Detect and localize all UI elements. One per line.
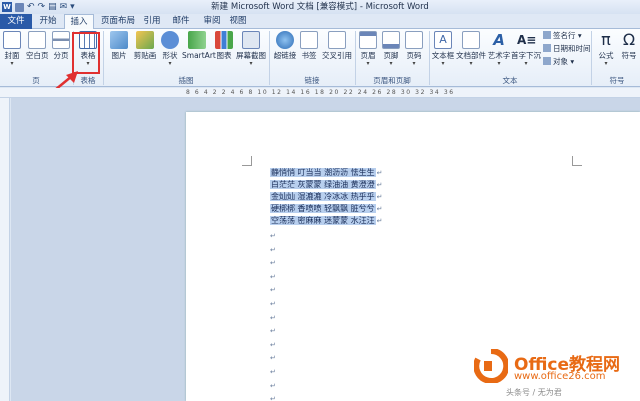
header-button[interactable]: 页眉 ▾ [358,31,378,67]
footer-button[interactable]: 页脚 ▾ [381,31,401,67]
empty-paragraph-mark[interactable]: ↵ [270,380,276,394]
ruler-numbers: 8 6 4 2 2 4 6 8 10 12 14 16 18 20 22 24 … [186,89,455,96]
screenshot-icon [242,31,260,49]
tab-file[interactable]: 文件 [0,14,32,29]
group-label-symbols: 符号 [609,76,625,85]
header-icon [359,31,377,49]
empty-paragraph-mark[interactable]: ↵ [270,352,276,366]
textbox-icon: A [434,31,452,49]
picture-button[interactable]: 图片 [108,31,130,61]
equation-button[interactable]: π 公式 ▾ [595,31,617,67]
text-line[interactable]: 空荡荡 密麻麻 迷蒙蒙 水汪汪 ↵ [270,215,383,227]
cover-page-button[interactable]: 封面 ▾ [2,31,22,67]
window-title: 新建 Microsoft Word 文档 [兼容模式] - Microsoft … [211,2,429,12]
empty-paragraph-mark[interactable]: ↵ [270,339,276,353]
blank-page-icon [28,31,46,49]
wordart-button[interactable]: A 艺术字 ▾ [487,31,511,67]
object-icon [543,57,551,65]
drop-cap-button[interactable]: A≡ 首字下沉 ▾ [511,31,541,67]
group-label-illustrations: 插图 [178,76,194,85]
empty-paragraph-mark[interactable]: ↵ [270,312,276,326]
empty-paragraph-mark[interactable]: ↵ [270,244,276,258]
drop-cap-icon: A≡ [517,33,537,47]
empty-paragraph-mark[interactable]: ↵ [270,271,276,285]
page-break-button[interactable]: 分页 [51,31,71,61]
tab-home[interactable]: 开始 [32,14,64,29]
ribbon-tabs: 文件 开始 插入 页面布局 引用 邮件 审阅 视图 [0,14,640,30]
page-number-icon [405,31,423,49]
hyperlink-button[interactable]: 超链接 [273,31,297,61]
chart-icon [215,31,233,49]
empty-paragraph-mark[interactable]: ↵ [270,366,276,380]
bookmark-icon [300,31,318,49]
footer-icon [382,31,400,49]
picture-icon [110,31,128,49]
crop-mark-top-left [242,156,252,166]
smartart-icon [188,31,206,49]
screenshot-button[interactable]: 屏幕截图 ▾ [236,31,266,67]
object-button[interactable]: 对象 ▾ [543,57,574,67]
empty-paragraph-mark[interactable]: ↵ [270,284,276,298]
bookmark-button[interactable]: 书签 [299,31,319,61]
shapes-button[interactable]: 形状 ▾ [160,31,180,67]
tab-page-layout[interactable]: 页面布局 [96,14,140,29]
symbol-button[interactable]: Ω 符号 [618,31,640,61]
date-time-button[interactable]: 日期和时间 [543,44,591,54]
tab-references[interactable]: 引用 [140,14,164,29]
tab-mailings[interactable]: 邮件 [164,14,198,29]
vertical-ruler[interactable] [0,98,10,401]
shapes-icon [161,31,179,49]
chart-button[interactable]: 图表 [214,31,234,61]
clipart-button[interactable]: 剪贴画 [133,31,157,61]
text-line[interactable]: 白茫茫 灰蒙蒙 绿油油 黄澄澄 ↵ [270,179,383,191]
empty-paragraphs[interactable]: ↵ ↵ ↵ ↵ ↵ ↵ ↵ ↵ ↵ ↵ ↵ ↵ ↵ [270,230,276,401]
selected-text-block[interactable]: 静悄悄 叮当当 潮沥沥 怯生生 ↵ 白茫茫 灰蒙蒙 绿油油 黄澄澄 ↵ 金灿灿 湿漉… [270,167,383,227]
textbox-button[interactable]: A 文本框 ▾ [431,31,455,67]
empty-paragraph-mark[interactable]: ↵ [270,298,276,312]
title-bar: W ↶ ↷ ▤ ✉ ▾ 新建 Microsoft Word 文档 [兼容模式] … [0,0,640,14]
page-number-button[interactable]: 页码 ▾ [404,31,424,67]
watermark-caption: 头条号 / 无为君 [506,388,562,397]
text-line[interactable]: 金灿灿 湿漉漉 冷冰冰 热乎乎 ↵ [270,191,383,203]
crop-mark-top-right [572,156,582,166]
tab-view[interactable]: 视图 [226,14,250,29]
horizontal-ruler[interactable]: 8 6 4 2 2 4 6 8 10 12 14 16 18 20 22 24 … [0,88,640,98]
office-logo-icon [474,349,508,383]
blank-page-button[interactable]: 空白页 [26,31,49,61]
page-break-icon [52,31,70,49]
omega-icon: Ω [622,30,636,49]
quick-parts-button[interactable]: 文档部件 ▾ [456,31,486,67]
empty-paragraph-mark[interactable]: ↵ [270,393,276,401]
group-label-links: 链接 [304,76,320,85]
calendar-icon [543,44,551,52]
empty-paragraph-mark[interactable]: ↵ [270,230,276,244]
signature-icon [543,31,551,39]
clipart-icon [136,31,154,49]
pi-icon: π [601,30,611,49]
group-label-text: 文本 [502,76,518,85]
smartart-button[interactable]: SmartArt [182,31,216,61]
empty-paragraph-mark[interactable]: ↵ [270,257,276,271]
tab-insert[interactable]: 插入 [64,14,94,30]
wordart-icon: A [493,31,505,49]
group-label-header-footer: 页眉和页脚 [373,76,411,85]
tab-review[interactable]: 审阅 [200,14,224,29]
cross-reference-icon [328,31,346,49]
text-line[interactable]: 硬梆梆 香喷喷 轻飘飘 脏兮兮 ↵ [270,203,383,215]
cross-reference-button[interactable]: 交叉引用 [320,31,354,61]
text-line[interactable]: 静悄悄 叮当当 潮沥沥 怯生生 ↵ [270,167,383,179]
quick-parts-icon [462,31,480,49]
signature-line-button[interactable]: 签名行 ▾ [543,31,582,41]
logo-url: www.office26.com [514,371,606,382]
globe-icon [276,31,294,49]
empty-paragraph-mark[interactable]: ↵ [270,325,276,339]
cover-page-icon [3,31,21,49]
